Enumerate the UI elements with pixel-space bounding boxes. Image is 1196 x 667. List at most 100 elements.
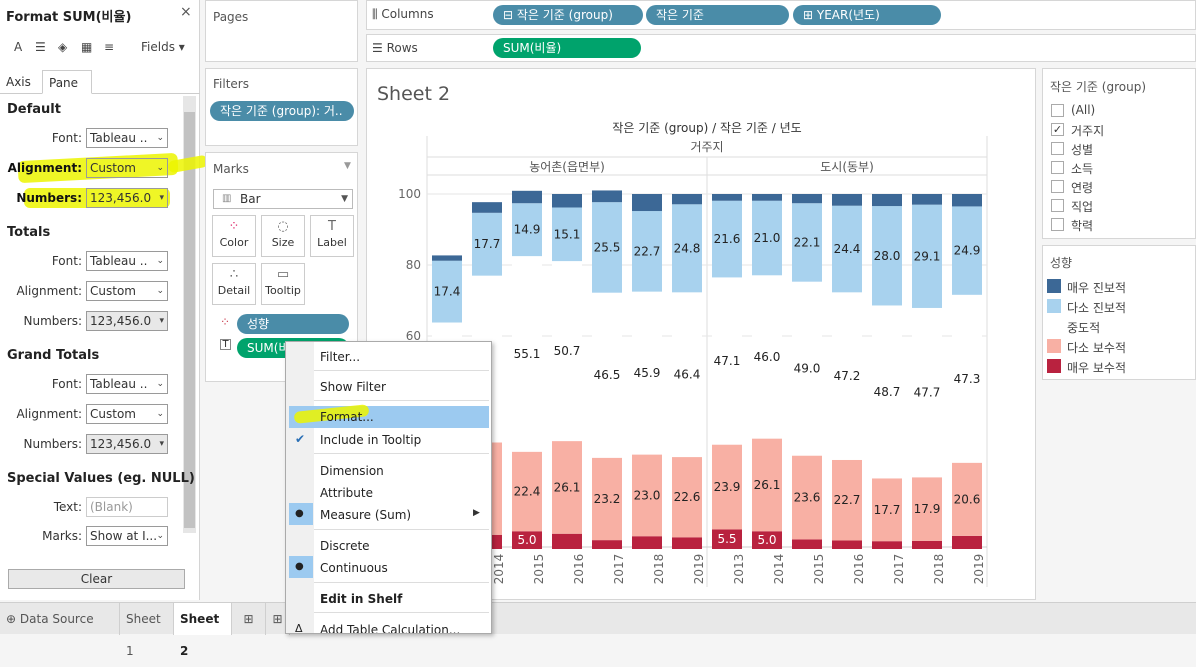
filter-checkbox[interactable] [1051,142,1064,155]
menu-format[interactable]: Format... [320,410,374,424]
tooltip-button[interactable]: ▭ Tooltip [261,263,305,305]
special-marks-label: Marks: [42,529,82,543]
filters-shelf[interactable]: Filters 작은 기준 (group): 거.. [205,68,358,146]
data-label: 24.8 [674,241,701,255]
menu-show-filter[interactable]: Show Filter [320,380,386,394]
borders-icon[interactable]: ▦ [81,40,92,54]
font-icon[interactable]: A [14,40,22,54]
legend-swatch[interactable] [1047,319,1061,333]
x-tick-label: 2013 [732,554,746,585]
menu-include-tooltip[interactable]: Include in Tooltip [320,433,421,447]
menu-discrete[interactable]: Discrete [320,539,370,553]
scrollbar-thumb[interactable] [184,112,195,528]
legend-item-label[interactable]: 중도적 [1067,319,1100,336]
new-worksheet-icon[interactable]: ⊞ [232,603,266,635]
filter-checkbox[interactable] [1051,199,1064,212]
marks-menu-icon[interactable]: ▼ [344,161,351,171]
tab-axis[interactable]: Axis [0,70,37,94]
tab-data-source[interactable]: ⊕ Data Source [0,603,120,635]
y-tick-label: 80 [406,258,421,272]
label-button[interactable]: T Label [310,215,354,257]
alignment-icon[interactable]: ☰ [35,40,46,54]
legend-swatch[interactable] [1047,279,1061,293]
x-tick-label: 2015 [532,554,546,585]
legend-item-label[interactable]: 다소 진보적 [1067,299,1126,316]
legend-item-label[interactable]: 매우 진보적 [1067,279,1126,296]
detail-button[interactable]: ∴ Detail [212,263,256,305]
color-icon: ⁘ [228,219,240,234]
tab-sheet-2[interactable]: Sheet 2 [174,603,232,658]
shading-icon[interactable]: ◈ [58,40,67,54]
legend-swatch[interactable] [1047,299,1061,313]
default-font-dropdown[interactable]: Tableau .. ⌄ [86,128,168,148]
default-alignment-dropdown[interactable]: Custom ⌄ [86,158,168,178]
filter-checkbox[interactable]: ✓ [1051,123,1064,136]
columns-shelf[interactable]: ⫼ Columns ⊟ 작은 기준 (group) 작은 기준 ⊞ YEAR(년… [366,0,1196,30]
filter-checkbox[interactable] [1051,180,1064,193]
size-button[interactable]: ◌ Size [261,215,305,257]
bar-segment [632,194,662,212]
delta-icon: Δ [295,622,303,634]
close-icon[interactable]: × [180,4,192,20]
data-label: 24.4 [834,242,861,256]
menu-separator [314,529,489,530]
legend-swatch[interactable] [1047,339,1061,353]
grand-alignment-dropdown[interactable]: Custom ⌄ [86,404,168,424]
legend-item-label[interactable]: 다소 보수적 [1067,339,1126,356]
totals-numbers-dropdown[interactable]: 123,456.0 ▾ [86,311,168,331]
color-button[interactable]: ⁘ Color [212,215,256,257]
filter-checkbox[interactable] [1051,104,1064,117]
tab-pane[interactable]: Pane [42,70,92,94]
size-icon: ◌ [277,219,289,234]
default-numbers-dropdown[interactable]: 123,456.0 ▾ [86,188,168,208]
legend-swatch[interactable] [1047,359,1061,373]
columns-pill-group[interactable]: ⊟ 작은 기준 (group) [493,5,643,25]
y-tick-label: 100 [398,187,421,201]
special-text-input[interactable]: (Blank) [86,497,168,517]
data-label: 23.6 [794,491,821,505]
totals-font-dropdown[interactable]: Tableau .. ⌄ [86,251,168,271]
rows-shelf[interactable]: ☰ Rows SUM(비율) [366,34,1196,62]
menu-filter[interactable]: Filter... [320,350,360,364]
filter-checkbox[interactable] [1051,218,1064,231]
columns-pill-year[interactable]: ⊞ YEAR(년도) [793,5,941,25]
filter-pill[interactable]: 작은 기준 (group): 거.. [210,101,354,121]
special-marks-dropdown[interactable]: Show at I... ⌄ [86,526,168,546]
menu-continuous[interactable]: Continuous [320,561,388,575]
filter-checkbox[interactable] [1051,161,1064,174]
totals-font-label: Font: [51,254,82,268]
bar-segment [752,194,782,201]
label-icon: T [328,219,336,234]
fields-dropdown[interactable]: Fields ▾ [141,40,185,54]
menu-attribute[interactable]: Attribute [320,486,373,500]
rows-icon: ☰ [372,41,383,55]
columns-pill-criterion[interactable]: 작은 기준 [646,5,789,25]
data-label: 5.0 [757,533,776,547]
lines-icon[interactable]: ≡ [104,40,114,54]
filter-item-label: 학력 [1071,219,1094,233]
totals-alignment-dropdown[interactable]: Custom ⌄ [86,281,168,301]
rows-pill[interactable]: SUM(비율) [493,38,641,58]
grand-font-dropdown[interactable]: Tableau .. ⌄ [86,374,168,394]
detail-icon: ∴ [229,267,239,282]
x-tick-label: 2014 [492,554,506,585]
pages-shelf[interactable]: Pages [205,0,358,62]
legend-item-label[interactable]: 매우 보수적 [1067,359,1126,376]
x-tick-label: 2017 [612,554,626,585]
data-label: 5.0 [517,533,536,547]
color-pill[interactable]: 성향 [237,314,349,334]
tooltip-icon: ▭ [276,267,290,282]
menu-dimension[interactable]: Dimension [320,464,384,478]
mark-type-dropdown[interactable]: ▥ Bar ▼ [213,189,353,209]
menu-edit-in-shelf[interactable]: Edit in Shelf [320,592,402,606]
grand-numbers-dropdown[interactable]: 123,456.0 ▾ [86,434,168,454]
filter-item-label: 직업 [1071,200,1094,214]
menu-add-table-calc[interactable]: Add Table Calculation... [320,623,460,633]
clear-button[interactable]: Clear [8,569,185,589]
bar-segment [952,535,982,549]
tab-sheet-1[interactable]: Sheet 1 [120,603,174,658]
menu-measure-sum[interactable]: Measure (Sum) [320,508,411,522]
data-label: 17.7 [474,237,501,251]
data-label: 22.4 [514,484,541,498]
totals-numbers-label: Numbers: [23,314,83,328]
